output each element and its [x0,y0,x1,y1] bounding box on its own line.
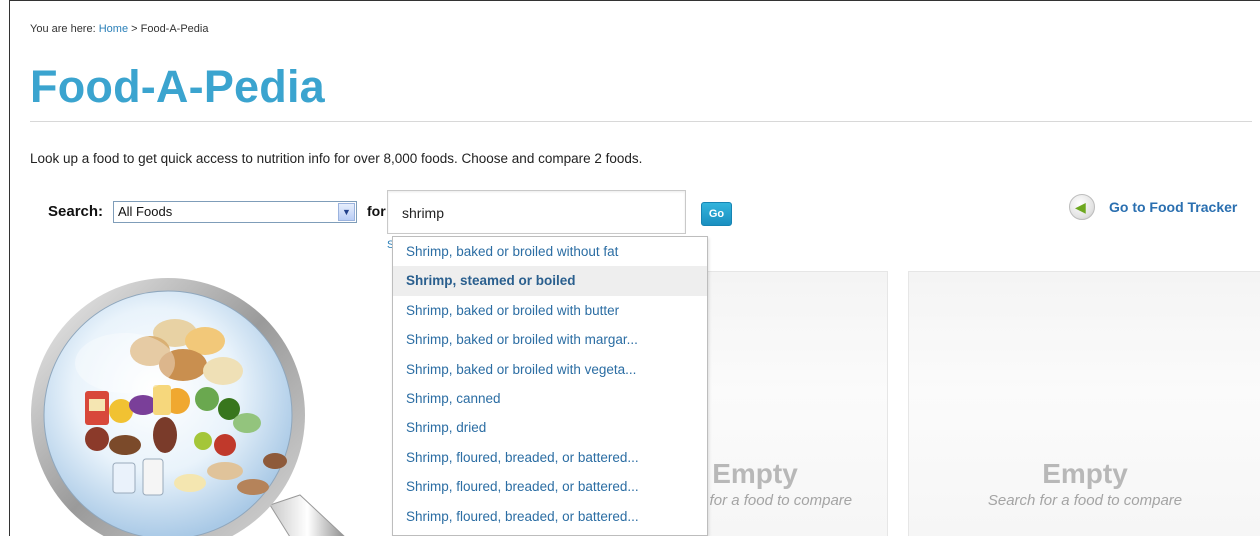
suggestion-item[interactable]: Shrimp, baked or broiled with margar... [393,325,707,354]
compare-card-2[interactable]: Empty Search for a food to compare [908,271,1260,536]
page-title: Food-A-Pedia [30,61,325,112]
compare-card-2-subtitle: Search for a food to compare [987,492,1183,509]
food-search-input[interactable]: shrimp [387,190,686,234]
breadcrumb-prefix: You are here: [30,23,96,35]
suggestion-item[interactable]: Shrimp, baked or broiled without fat [393,237,707,266]
suggestion-item[interactable]: Shrimp, baked or broiled with butter [393,296,707,325]
for-label: for [367,203,386,219]
compare-card-2-title: Empty [1042,458,1128,489]
chevron-down-icon[interactable]: ▼ [338,203,355,221]
suggestion-item[interactable]: Shrimp, steamed or boiled [393,266,707,296]
food-magnifier-illustration [31,278,345,536]
category-select-value: All Foods [118,204,173,219]
suggestion-item[interactable]: Shrimp, canned [393,384,707,413]
breadcrumb-home-link[interactable]: Home [99,23,128,35]
suggestion-dropdown: Shrimp, baked or broiled without fat Shri… [392,236,708,536]
breadcrumb: You are here: Home > Food-A-Pedia [30,23,208,35]
title-divider [30,121,1252,122]
suggestion-item[interactable]: Shrimp, floured, breaded, or battered... [393,502,707,531]
go-to-food-tracker-link[interactable]: ◀ Go to Food Tracker [1069,193,1237,221]
tracker-link-label: Go to Food Tracker [1109,199,1238,215]
page-container: You are here: Home > Food-A-Pedia Food-A… [9,0,1260,536]
go-button[interactable]: Go [701,202,732,226]
intro-text: Look up a food to get quick access to nu… [30,151,643,166]
suggestion-item[interactable]: Shrimp, floured, breaded, or battered... [393,472,707,501]
search-label: Search: [48,203,104,220]
suggestion-item[interactable]: Shrimp, floured, breaded, or battered... [393,443,707,472]
breadcrumb-separator: > [128,23,141,35]
category-select[interactable]: All Foods ▼ [113,201,357,223]
suggestion-item[interactable]: Shrimp, dried [393,413,707,442]
arrow-left-icon: ◀ [1069,194,1095,220]
suggestion-item[interactable]: Shrimp, baked or broiled with vegeta... [393,355,707,384]
breadcrumb-current: Food-A-Pedia [140,23,209,35]
